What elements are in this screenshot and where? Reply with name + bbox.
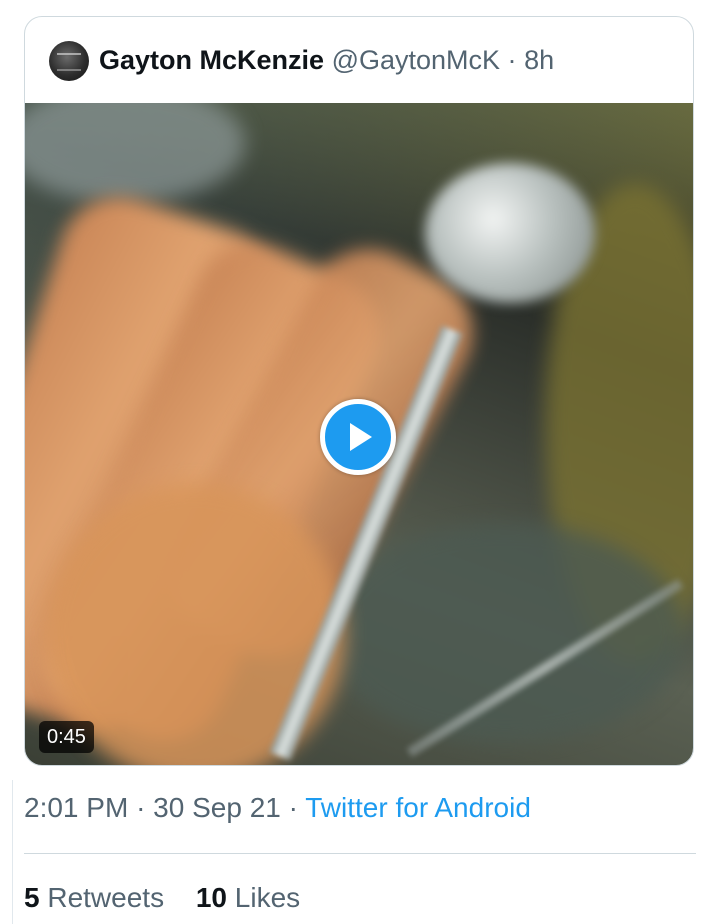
tweet-time[interactable]: 2:01 PM bbox=[24, 792, 128, 823]
retweets-label: Retweets bbox=[47, 882, 165, 913]
avatar-logo bbox=[57, 53, 81, 71]
avatar[interactable] bbox=[49, 41, 89, 81]
tweet-date[interactable]: 30 Sep 21 bbox=[153, 792, 281, 823]
author-display-name[interactable]: Gayton McKenzie bbox=[99, 45, 324, 75]
quoted-tweet-header: Gayton McKenzie @GaytonMcK · 8h bbox=[25, 17, 693, 103]
video-frame-bottom bbox=[325, 523, 685, 743]
thread-line bbox=[12, 780, 13, 924]
video-frame-spoon bbox=[425, 163, 595, 303]
likes-count: 10 bbox=[195, 882, 228, 913]
likes-stat[interactable]: 10 Likes bbox=[196, 882, 300, 913]
quoted-tweet-card[interactable]: Gayton McKenzie @GaytonMcK · 8h 0:45 bbox=[24, 16, 694, 766]
tweet-metadata: 2:01 PM · 30 Sep 21 · Twitter for Androi… bbox=[24, 790, 531, 826]
retweets-stat[interactable]: 5 Retweets bbox=[24, 882, 164, 913]
play-icon bbox=[350, 423, 372, 451]
source-separator: · bbox=[288, 792, 298, 823]
header-separator: · bbox=[507, 45, 517, 75]
divider bbox=[24, 853, 696, 854]
engagement-stats: 5 Retweets 10 Likes bbox=[24, 880, 324, 916]
author-line: Gayton McKenzie @GaytonMcK · 8h bbox=[99, 43, 554, 77]
likes-label: Likes bbox=[234, 882, 301, 913]
video-duration-badge: 0:45 bbox=[39, 721, 94, 753]
retweets-count: 5 bbox=[24, 882, 40, 913]
metadata-separator: · bbox=[136, 792, 146, 823]
play-button[interactable] bbox=[320, 399, 396, 475]
tweet-age[interactable]: 8h bbox=[524, 45, 554, 75]
video-frame-top-left bbox=[25, 103, 245, 203]
author-handle[interactable]: @GaytonMcK bbox=[332, 45, 500, 75]
tweet-source-link[interactable]: Twitter for Android bbox=[305, 792, 531, 823]
video-player[interactable]: 0:45 bbox=[25, 103, 693, 765]
